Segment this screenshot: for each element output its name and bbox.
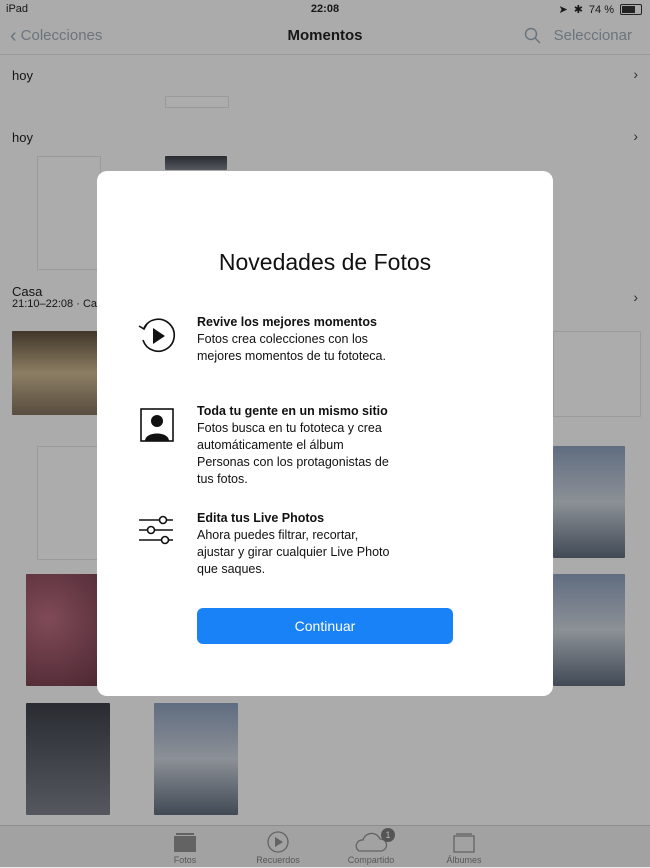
dialog-title: Novedades de Fotos — [218, 249, 432, 275]
sliders-icon — [139, 515, 173, 545]
feature-description: Fotos crea colecciones con los mejores m… — [197, 332, 386, 363]
feature-description: Fotos busca en tu fototeca y crea automá… — [197, 421, 389, 486]
feature-description: Ahora puedes filtrar, recortar, ajustar … — [197, 528, 390, 576]
feature-title: Toda tu gente en un mismo sitio — [197, 404, 388, 418]
continue-button[interactable]: Continuar — [197, 608, 453, 644]
replay-memories-icon — [138, 318, 176, 353]
people-icon — [140, 408, 174, 442]
feature-title: Revive los mejores momentos — [197, 315, 377, 329]
feature-title: Edita tus Live Photos — [197, 511, 325, 525]
feature-item: Edita tus Live Photos Ahora puedes filtr… — [139, 510, 527, 578]
whats-new-dialog: Novedades de Fotos Revive los mejores mo… — [97, 171, 553, 696]
feature-item: Revive los mejores momentos Fotos crea c… — [138, 314, 527, 365]
feature-item: Toda tu gente en un mismo sitio Fotos bu… — [140, 403, 527, 488]
